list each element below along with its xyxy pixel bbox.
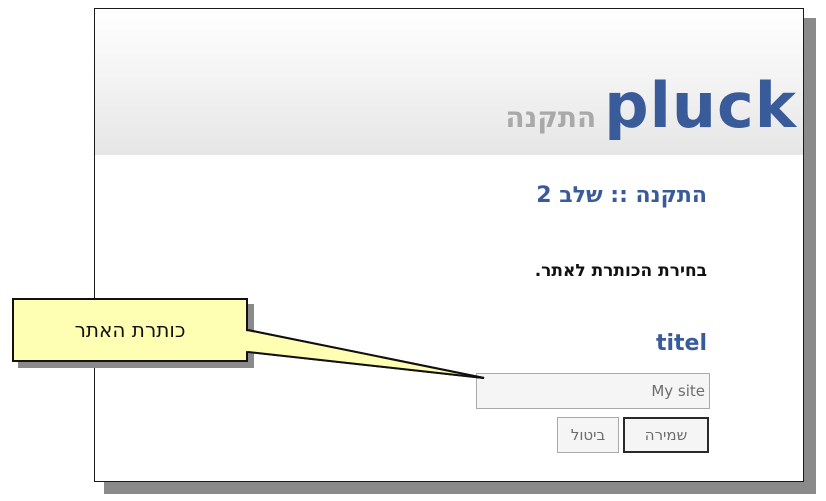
brand-subtitle: התקנה [505, 101, 597, 134]
callout-box: כותרת האתר [12, 298, 248, 362]
site-title-input[interactable] [476, 373, 710, 409]
save-button[interactable]: שמירה [623, 417, 709, 453]
installer-window: התקנה pluck התקנה :: שלב 2 בחירת הכותרת … [94, 8, 804, 482]
cancel-button[interactable]: ביטול [557, 417, 619, 453]
site-title-label: titel [655, 331, 707, 356]
page-title: התקנה :: שלב 2 [536, 183, 707, 208]
header-banner: התקנה pluck [95, 9, 803, 155]
pluck-logo: pluck [604, 69, 797, 142]
screenshot-stage: התקנה pluck התקנה :: שלב 2 בחירת הכותרת … [0, 0, 826, 501]
instruction-text: בחירת הכותרת לאתר. [534, 261, 707, 281]
brand: התקנה pluck [505, 75, 797, 137]
